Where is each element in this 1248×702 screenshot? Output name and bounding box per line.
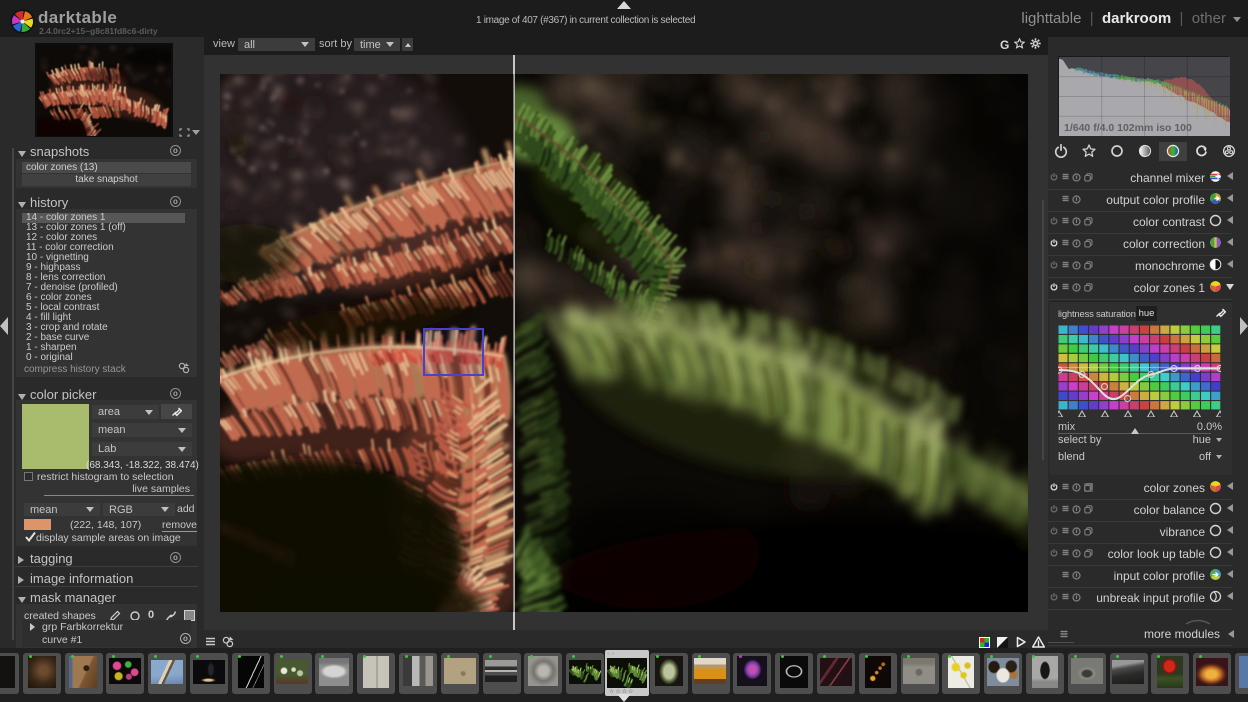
svg-text:1/640 f/4.0 102mm iso 100: 1/640 f/4.0 102mm iso 100 xyxy=(1064,122,1192,134)
